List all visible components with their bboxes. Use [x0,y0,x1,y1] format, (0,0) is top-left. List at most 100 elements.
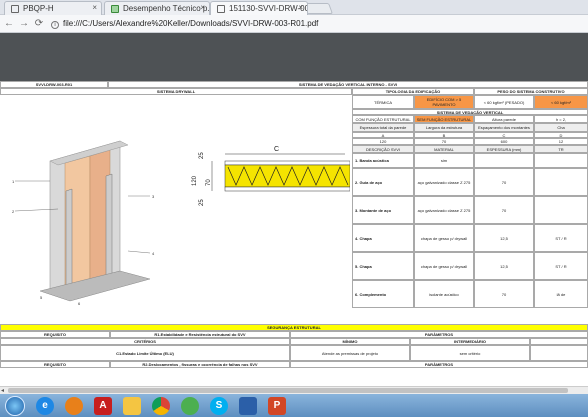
callout-3: 3 [152,194,155,199]
skype-icon[interactable]: S [210,396,228,415]
folder-icon[interactable] [123,396,141,415]
largura-header: Largura da estrutura [414,123,474,132]
requisito-label: REQUISITO [0,331,110,338]
svvi-row-3-m: aço galvanizado classe Z 275 [414,196,474,224]
svvi-row-1-m: sim [414,153,474,168]
svvi-row-3-e: 70 [474,196,534,224]
svvi-row-2-e: 70 [474,168,534,196]
svvi-row-3-t [534,196,588,224]
start-button[interactable] [5,395,25,416]
system-label: SISTEMA DRYWALL [0,88,352,95]
tab-label: PBQP-H [23,4,54,13]
svvi-row-4-e: 12,5 [474,224,534,252]
val-d: 12 [534,138,588,145]
page-icon [217,4,225,13]
info-icon: i [51,20,59,29]
dim-25-bottom: 25 [199,199,205,206]
svvi-row-3-d: 3. Montante de aço [352,196,414,224]
espessura-header: ESPESSURA (mm) [474,145,534,153]
svvi-row-1-d: 1. Banda acústica [352,153,414,168]
drywall-illustration: 1 2 3 4 5 6 C 25 120 70 25 [12,140,350,306]
pdf-page: SVVI-DRW-003-R01 SISTEMA DE VEDAÇÃO VERT… [0,81,588,386]
address-bar: ← → ⟳ i file:///C:/Users/Alexandre%20Kell… [0,15,588,33]
termica-cell: TÉRMICA [352,95,414,109]
tab-desempenho[interactable]: Desempenho Técnico p... × [104,1,210,15]
forward-icon[interactable]: → [18,18,30,29]
close-icon[interactable]: × [92,3,97,12]
edificio-cell: EDIFÍCIO COM > 5 PAVIMENTO [414,95,474,109]
powerpoint-icon[interactable]: P [268,396,286,415]
reload-icon[interactable]: ⟳ [33,18,45,29]
people-icon[interactable] [181,396,199,415]
chrome-icon[interactable] [152,396,170,415]
svvi-row-5-d: 5. Chapa [352,252,414,280]
tab-strip: PBQP-H × Desempenho Técnico p... × 15113… [0,0,588,15]
svvi-row-6-e: 70 [474,280,534,308]
callout-1: 1 [12,179,15,184]
parametros-label: PARÂMETROS [290,331,588,338]
svvi-row-4-m: chapa de gesso p/ drywall [414,224,474,252]
svvi-row-1-e [474,153,534,168]
svvi-row-2-d: 2. Guia de aço [352,168,414,196]
horizontal-scrollbar[interactable]: ◂ [0,386,588,394]
dim-70: 70 [206,179,212,186]
acrobat-icon[interactable]: A [94,396,112,415]
doc-title: SISTEMA DE VEDAÇÃO VERTICAL INTERNO - SV… [108,81,588,88]
h-cell: h = 2, [534,115,588,123]
svvi-row-6-m: isolante acústico [414,280,474,308]
tab-pbqph[interactable]: PBQP-H × [4,1,102,15]
svvi-row-1-t [534,153,588,168]
intermediario-label: INTERMEDIÁRIO [410,338,530,345]
tipologia-header: TIPOLOGIA DA EDIFICAÇÃO [352,88,474,95]
scroll-left-icon[interactable]: ◂ [1,387,4,394]
callout-5: 5 [40,295,43,300]
sem-criterio-cell: sem critério [410,345,530,361]
c1-label: C1.Estado Limite Último (ELU) [0,345,290,361]
com-funcao-cell: COM FUNÇÃO ESTRUTURAL [352,115,414,123]
back-icon[interactable]: ← [3,18,15,29]
r2-label: R2.Deslocamentos , fissuras e ocorrência… [110,361,290,368]
tab-pdf[interactable]: 151130-SVVI-DRW-003- × [210,1,308,15]
svvi-row-6-t: lã de [534,280,588,308]
scroll-thumb[interactable] [8,388,568,393]
ie-icon[interactable]: e [36,396,54,415]
svvi-row-4-d: 4. Chapa [352,224,414,252]
peso2-cell: < 60 kgf/m² [534,95,588,109]
altura-cell: Altura parede [474,115,534,123]
firefox-icon[interactable] [65,396,83,415]
val-b: 70 [414,138,474,145]
globe-icon [111,4,119,13]
callout-4: 4 [152,251,155,256]
svvi-row-5-e: 12,5 [474,252,534,280]
esp-total-header: Espessura total da parede [352,123,414,132]
svvi-row-2-m: aço galvanizado classe Z 275 [414,168,474,196]
svvi-row-2-t [534,168,588,196]
close-icon[interactable]: × [298,3,303,12]
close-icon[interactable]: × [200,3,205,12]
requisito-label-2: REQUISITO [0,361,110,368]
desc-header: DESCRIÇÃO SVVI [352,145,414,153]
tr-header: TR [534,145,588,153]
val-a: 120 [352,138,414,145]
url-text: file:///C:/Users/Alexandre%20Keller/Down… [63,18,319,28]
taskbar: e A S P [0,394,588,417]
minimo-label: MÍNIMO [290,338,410,345]
material-header: MATERIAL [414,145,474,153]
tab-label: Desempenho Técnico p... [123,4,210,13]
val-c: 600 [474,138,534,145]
sem-funcao-cell: SEM FUNÇÃO ESTRUTURAL [414,115,474,123]
page-icon [11,4,19,13]
url-field[interactable]: i file:///C:/Users/Alexandre%20Keller/Dow… [51,19,318,29]
shield-icon[interactable] [239,396,257,415]
svvi-row-5-m: chapa de gesso p/ drywall [414,252,474,280]
dim-c: C [274,146,279,153]
pdf-viewer-toolbar [0,33,588,81]
r1-label: R1.Estabilidade e Resistência estrutural… [110,331,290,338]
chapa-header: Cha [534,123,588,132]
doc-code: SVVI-DRW-003-R01 [0,81,108,88]
callout-6: 6 [78,301,81,306]
svvi-row-4-t: ST / R [534,224,588,252]
blank-cell-2 [530,345,588,361]
tab-label: 151130-SVVI-DRW-003- [229,4,308,13]
blank-cell [530,338,588,345]
